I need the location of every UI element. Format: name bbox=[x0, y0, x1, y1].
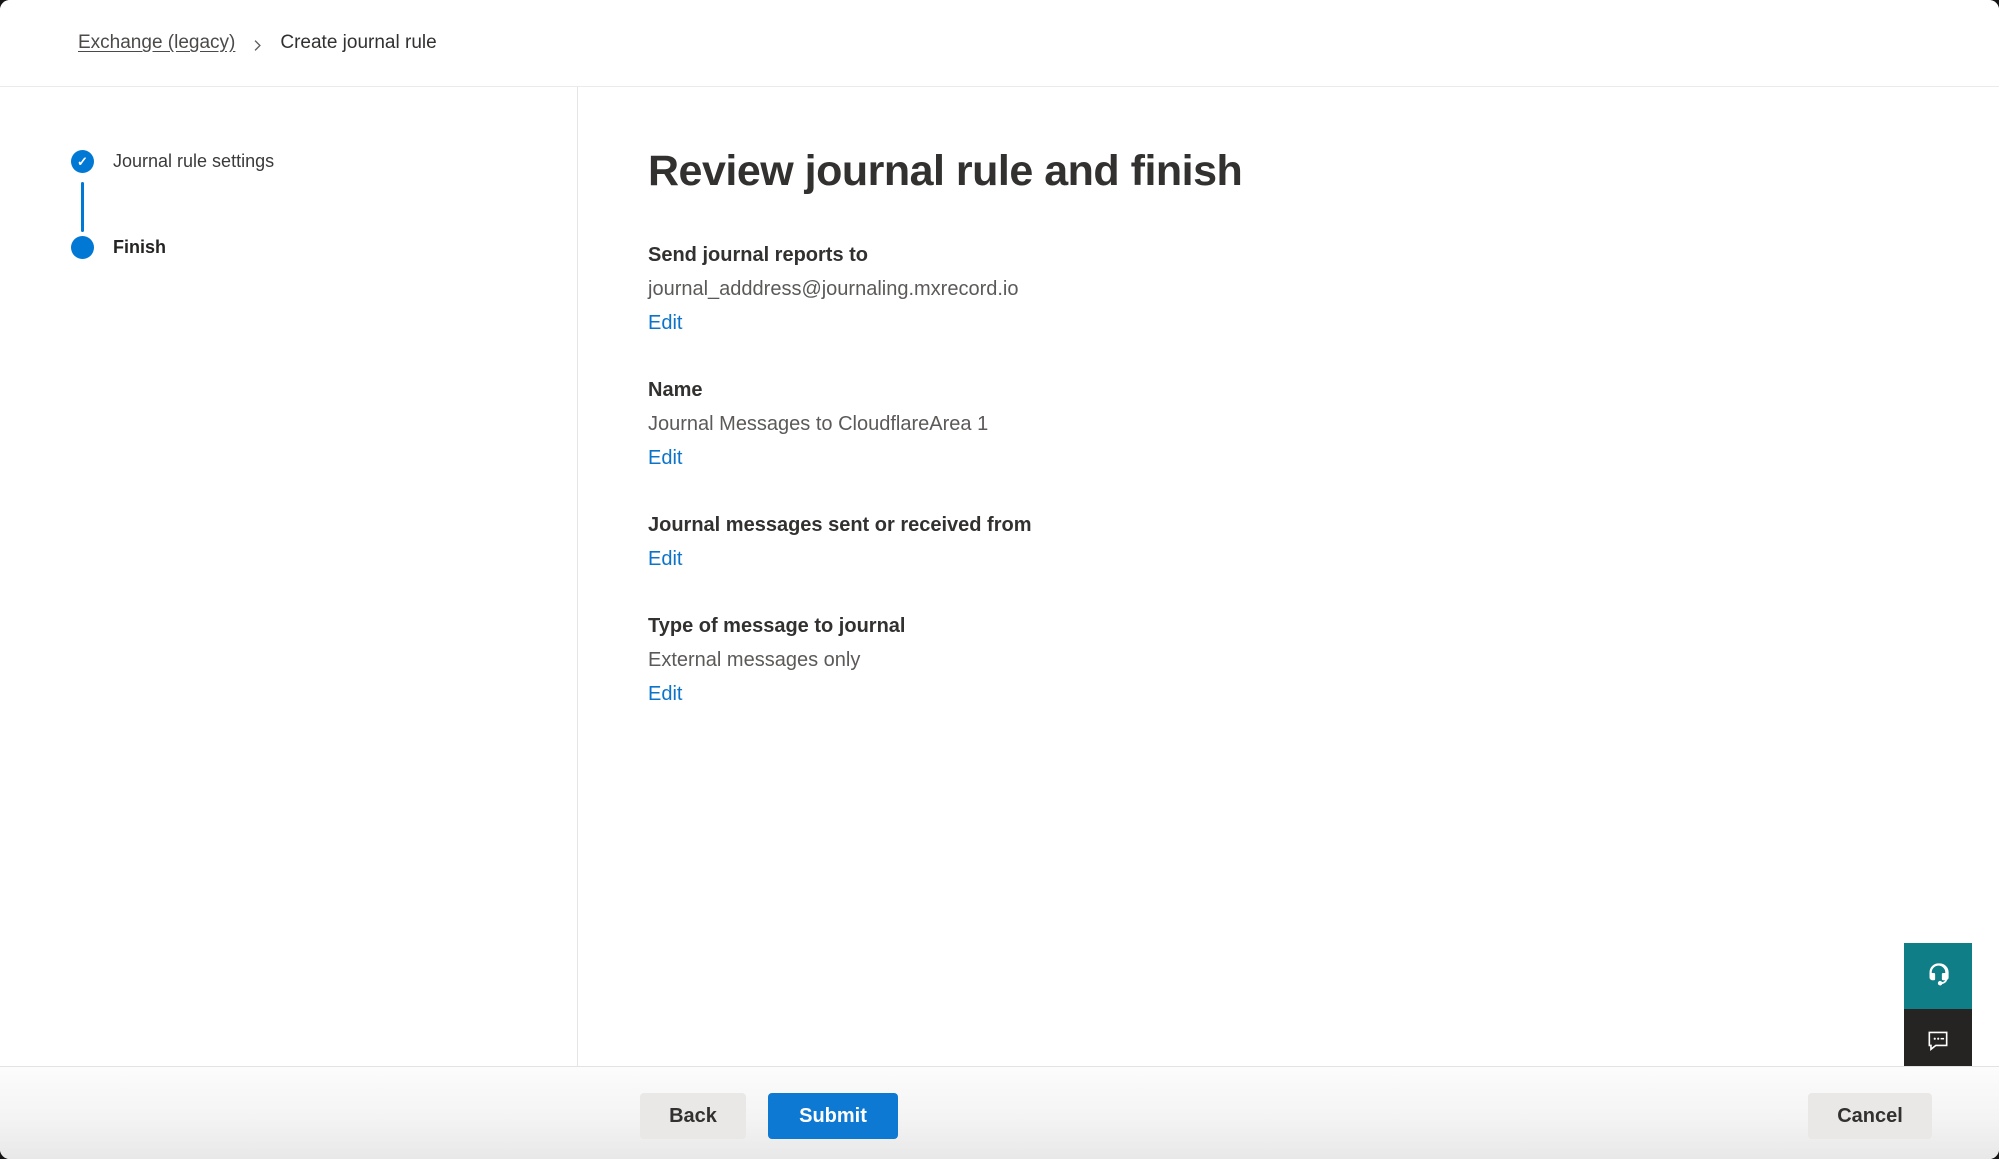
wizard-step-finish[interactable]: Finish bbox=[113, 236, 166, 259]
step-connector-line bbox=[81, 182, 84, 232]
section-journal-messages-sent-or-received: Journal messages sent or received from E… bbox=[648, 512, 1959, 573]
page-title: Review journal rule and finish bbox=[648, 147, 1959, 196]
headset-icon bbox=[1925, 960, 1952, 992]
step-current-dot-icon[interactable] bbox=[71, 236, 94, 259]
submit-button[interactable]: Submit bbox=[768, 1093, 898, 1139]
breadcrumb-exchange-legacy-link[interactable]: Exchange (legacy) bbox=[78, 32, 235, 54]
edit-send-journal-reports-link[interactable]: Edit bbox=[648, 310, 682, 337]
chevron-right-icon bbox=[251, 39, 264, 52]
edit-journal-scope-link[interactable]: Edit bbox=[648, 546, 682, 573]
help-button[interactable] bbox=[1904, 943, 1972, 1009]
breadcrumb-current-page: Create journal rule bbox=[280, 32, 436, 54]
section-name: Name Journal Messages to CloudflareArea … bbox=[648, 377, 1959, 472]
section-label: Name bbox=[648, 377, 1959, 404]
edit-message-type-link[interactable]: Edit bbox=[648, 681, 682, 708]
rule-name-value: Journal Messages to CloudflareArea 1 bbox=[648, 411, 1959, 438]
breadcrumb: Exchange (legacy) Create journal rule bbox=[0, 0, 1999, 87]
floating-button-stack bbox=[1904, 943, 1972, 1075]
message-type-value: External messages only bbox=[648, 647, 1959, 674]
section-send-journal-reports-to: Send journal reports to journal_adddress… bbox=[648, 242, 1959, 337]
review-pane: Review journal rule and finish Send jour… bbox=[578, 87, 1999, 1067]
wizard-step-panel: ✓ Journal rule settings Finish bbox=[0, 87, 578, 1067]
wizard-step-journal-rule-settings[interactable]: Journal rule settings bbox=[113, 150, 274, 173]
chat-icon bbox=[1925, 1027, 1951, 1058]
section-type-of-message: Type of message to journal External mess… bbox=[648, 613, 1959, 708]
section-label: Send journal reports to bbox=[648, 242, 1959, 269]
step-completed-check-icon[interactable]: ✓ bbox=[71, 150, 94, 173]
section-label: Type of message to journal bbox=[648, 613, 1959, 640]
action-bar: Back Submit Cancel bbox=[0, 1066, 1999, 1159]
exchange-admin-window: Exchange (legacy) Create journal rule ✓ … bbox=[0, 0, 1999, 1159]
edit-name-link[interactable]: Edit bbox=[648, 445, 682, 472]
journal-report-address-value: journal_adddress@journaling.mxrecord.io bbox=[648, 276, 1959, 303]
section-label: Journal messages sent or received from bbox=[648, 512, 1959, 539]
cancel-button[interactable]: Cancel bbox=[1808, 1093, 1932, 1139]
back-button[interactable]: Back bbox=[640, 1093, 746, 1139]
